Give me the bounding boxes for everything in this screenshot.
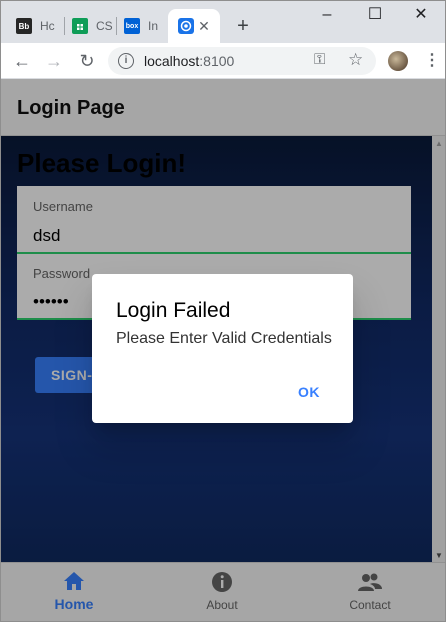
alert-message: Please Enter Valid Credentials — [116, 330, 332, 347]
login-failed-alert: Login Failed Please Enter Valid Credenti… — [92, 274, 353, 423]
alert-title: Login Failed — [116, 299, 231, 322]
close-tab-icon[interactable]: ✕ — [196, 18, 212, 34]
browser-tab-1[interactable]: Bb Hc — [6, 9, 64, 43]
close-window-icon[interactable]: ✕ — [411, 5, 431, 25]
back-icon[interactable]: ← — [12, 51, 32, 71]
browser-tab-2[interactable]: CS — [62, 9, 116, 43]
alert-ok-button[interactable]: OK — [298, 384, 320, 400]
sheets-favicon-icon — [72, 18, 88, 34]
profile-avatar[interactable] — [388, 51, 408, 71]
chromium-favicon-icon — [178, 18, 194, 34]
blackboard-favicon-icon: Bb — [16, 18, 32, 34]
forward-icon[interactable]: → — [44, 51, 64, 71]
browser-tab-active[interactable]: ✕ — [168, 9, 220, 43]
tab-title: CS — [96, 19, 113, 33]
reload-icon[interactable]: ↻ — [77, 51, 97, 71]
bookmark-star-icon[interactable]: ☆ — [348, 50, 363, 70]
tab-title: In — [148, 19, 159, 33]
browser-menu-icon[interactable]: ⋮ — [424, 51, 440, 71]
url-port: :8100 — [199, 53, 235, 69]
info-icon[interactable]: i — [118, 53, 134, 69]
minimize-icon[interactable]: – — [317, 5, 337, 25]
box-favicon-icon: box — [124, 18, 140, 34]
tab-title: Hc — [40, 19, 55, 33]
new-tab-icon[interactable]: + — [233, 14, 253, 38]
browser-tab-3[interactable]: box In — [114, 9, 168, 43]
maximize-icon[interactable]: ☐ — [365, 5, 385, 25]
address-url[interactable]: localhost:8100 — [144, 53, 234, 69]
browser-tabstrip: Bb Hc CS box In ✕ + – ☐ ✕ — [0, 0, 446, 43]
browser-toolbar: ← → ↻ i localhost:8100 ⚿ ☆ ⋮ — [0, 43, 446, 79]
key-icon[interactable]: ⚿ — [314, 51, 325, 68]
url-host: localhost — [144, 53, 200, 69]
address-bar[interactable]: i localhost:8100 ⚿ ☆ — [108, 47, 376, 75]
